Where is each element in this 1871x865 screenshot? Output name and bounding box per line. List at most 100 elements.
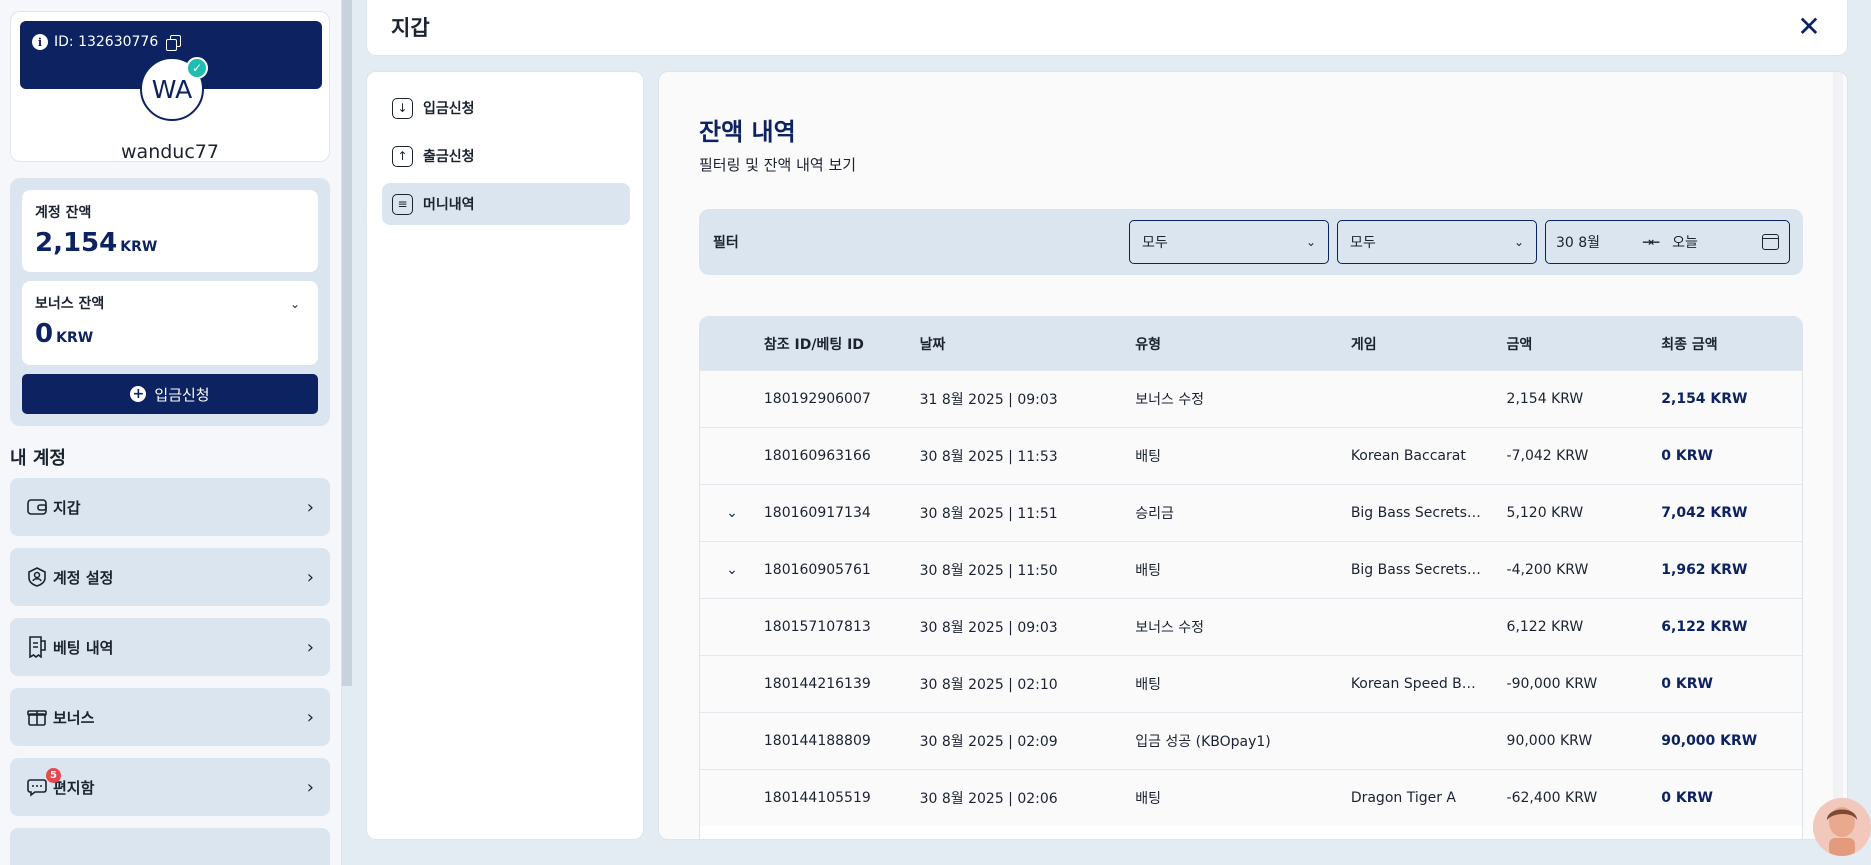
table-row: 180157107813 30 8월 2025 | 09:03 보너스 수정 6,12… [700,598,1802,655]
chevron-down-icon: ⌄ [1305,235,1316,249]
chevron-down-icon: ⌄ [1513,235,1524,249]
nav-item-label: 계정 설정 [53,568,114,587]
cell-date: 31 8월 2025 | 09:03 [919,392,1058,408]
chevron-right-icon: › [306,636,314,658]
cell-amount: 6,122 KRW [1506,619,1584,635]
column-header-final: 최종 금액 [1661,336,1718,353]
bonus-balance-currency: KRW [56,330,94,346]
chevron-right-icon: › [306,496,314,518]
submenu-item-label: 출금신청 [423,149,475,165]
verified-check-icon: ✓ [186,57,208,79]
info-icon[interactable]: i [32,34,48,50]
cell-type: 보너스 수정 [1135,392,1205,408]
cell-final-amount: 90,000 KRW [1661,733,1758,749]
cell-date: 30 8월 2025 | 02:10 [919,677,1058,693]
submenu-item-withdraw[interactable]: ↑ 출금신청 [382,135,630,177]
submenu-item-deposit[interactable]: ↓ 입금신청 [382,87,630,129]
cell-type: 배팅 [1135,677,1161,693]
bonus-balance-amount: 0 KRW [35,319,305,349]
submenu-item-label: 입금신청 [423,101,475,117]
calendar-icon[interactable] [1762,234,1779,250]
column-header-game: 게임 [1350,336,1377,353]
arrows-in-icon: →← [1642,235,1660,249]
user-shield-icon [26,566,48,588]
upload-icon: ↑ [392,145,413,167]
wallet-icon [26,496,48,518]
deposit-button[interactable]: + 입금신청 [22,374,318,414]
bonus-balance-card: 보너스 잔액 0 KRW ⌄ [22,281,318,365]
deposit-button-label: 입금신청 [154,385,210,404]
cell-final-amount: 6,122 KRW [1661,619,1748,635]
submenu-item-money-history[interactable]: ≡ 머니내역 [382,183,630,225]
account-balance-value: 2,154 [35,228,118,258]
cell-type: 배팅 [1135,791,1161,807]
cell-type: 보너스 수정 [1135,620,1205,636]
expand-chevron-icon[interactable]: ⌄ [700,505,764,521]
filter-select-2[interactable]: 모두 ⌄ [1337,220,1537,264]
date-range-picker[interactable]: 30 8월 →← 오늘 [1545,220,1790,264]
date-from: 30 8월 [1556,235,1601,251]
table-row[interactable]: ⌄ 180160905761 30 8월 2025 | 11:50 배팅 Big Bas… [700,541,1802,598]
cell-game: Korean Baccarat [1350,448,1466,464]
filter-select-1[interactable]: 모두 ⌄ [1129,220,1329,264]
cell-ref-id: 180144105519 [763,790,871,806]
receipt-icon [26,636,48,658]
table-row[interactable]: ⌄ 180160917134 30 8월 2025 | 11:51 승리금 Big Ba… [700,484,1802,541]
nav-item-inbox[interactable]: 5 편지함 › [10,758,330,816]
cell-amount: 90,000 KRW [1506,733,1593,749]
cell-date: 30 8월 2025 | 11:50 [919,563,1058,579]
chevron-right-icon: › [306,706,314,728]
cell-date: 30 8월 2025 | 09:03 [919,620,1058,636]
column-header-amount: 금액 [1506,336,1533,353]
cell-date: 30 8월 2025 | 02:06 [919,791,1058,807]
nav-item-partial[interactable] [10,828,330,865]
wallet-submenu: ↓ 입금신청 ↑ 출금신청 ≡ 머니내역 [366,71,644,840]
table-header: 참조 ID/베팅 ID 날짜 유형 게임 금액 최종 금액 [700,317,1802,370]
account-balance-label: 계정 잔액 [35,205,92,221]
document-icon: ≡ [392,193,413,215]
nav-item-account-settings[interactable]: 계정 설정 › [10,548,330,606]
wallet-header: 지갑 ✕ [366,0,1848,56]
cell-type: 배팅 [1135,449,1161,465]
filter-select-2-value: 모두 [1350,235,1376,251]
table-row: 180144188809 30 8월 2025 | 02:09 입금 성공 (KBO… [700,712,1802,769]
section-subtitle: 필터링 및 잔액 내역 보기 [699,156,857,174]
column-header-id: 참조 ID/베팅 ID [763,336,864,353]
cell-type: 배팅 [1135,563,1161,579]
message-icon [26,776,48,798]
cell-ref-id: 180157107813 [763,619,871,635]
cell-amount: -4,200 KRW [1506,562,1589,578]
support-chat-avatar[interactable] [1813,798,1871,856]
page-title: 지갑 [391,16,430,40]
cell-ref-id: 180144188809 [763,733,871,749]
nav-item-bet-history[interactable]: 베팅 내역 › [10,618,330,676]
table-row: 180144216139 30 8월 2025 | 02:10 배팅 Korean S… [700,655,1802,712]
bonus-expand-chevron-icon[interactable]: ⌄ [284,293,306,315]
cell-game: Big Bass Secrets… [1350,562,1481,578]
nav-item-label: 지갑 [53,498,81,517]
expand-chevron-icon[interactable]: ⌄ [700,562,764,578]
cell-ref-id: 180160963166 [763,448,871,464]
nav-item-label: 편지함 [53,778,95,797]
filter-select-1-value: 모두 [1142,235,1168,251]
copy-icon[interactable] [166,35,182,51]
filter-label: 필터 [713,235,739,251]
nav-item-bonus[interactable]: 보너스 › [10,688,330,746]
column-header-type: 유형 [1135,336,1161,353]
column-header-date: 날짜 [919,336,946,353]
content-scrollbar[interactable] [1833,72,1843,839]
cell-type: 승리금 [1135,506,1174,522]
cell-ref-id: 180192906007 [763,391,871,407]
close-icon[interactable]: ✕ [1793,10,1825,43]
filter-bar: 필터 모두 ⌄ 모두 ⌄ 30 8월 →← 오늘 [699,209,1803,275]
balance-panel: 계정 잔액 2,154 KRW 보너스 잔액 0 KRW ⌄ + 입금신청 [10,178,330,426]
nav-item-wallet[interactable]: 지갑 › [10,478,330,536]
username: wanduc77 [121,141,219,163]
cell-game: Big Bass Secrets… [1350,505,1481,521]
table-row: 180192906007 31 8월 2025 | 09:03 보너스 수정 2,15… [700,370,1802,427]
cell-final-amount: 7,042 KRW [1661,505,1748,521]
bonus-balance-value: 0 [35,319,54,349]
sidebar-scrollbar[interactable] [342,0,352,686]
table-row: 180160963166 30 8월 2025 | 11:53 배팅 Korean B… [700,427,1802,484]
account-balance-amount: 2,154 KRW [35,228,305,258]
